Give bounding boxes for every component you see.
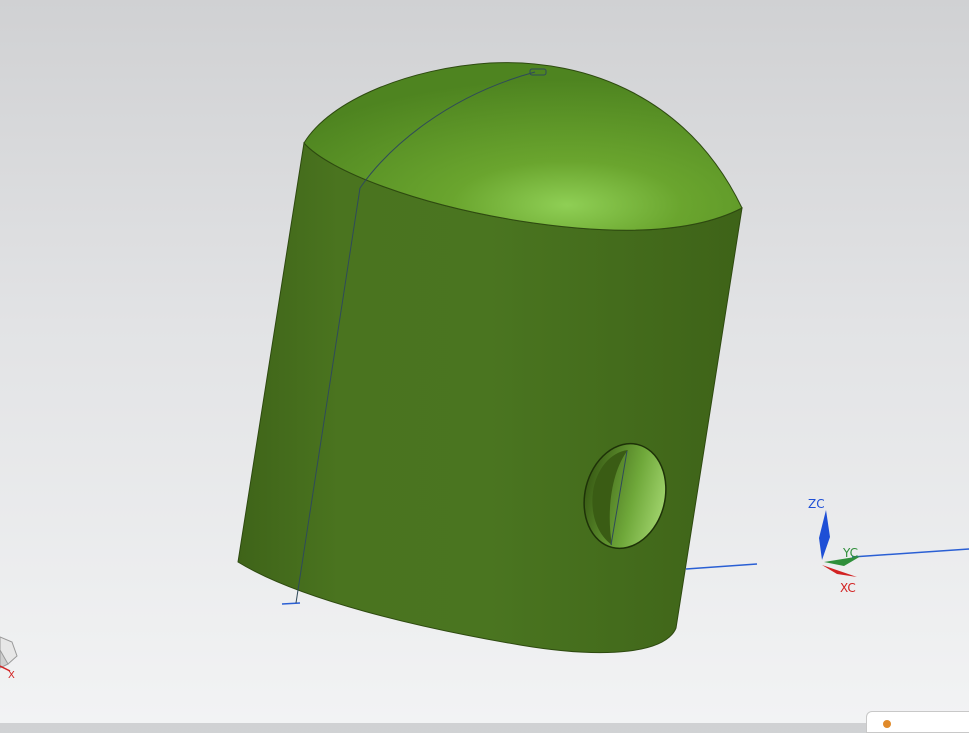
status-chip[interactable] bbox=[866, 711, 969, 733]
xc-label: XC bbox=[840, 581, 856, 595]
wcs-axis-line bbox=[851, 548, 969, 558]
zc-label: ZC bbox=[808, 497, 825, 511]
wcs-axis-line bbox=[281, 602, 301, 605]
wcs-triad: ZC YC XC bbox=[808, 497, 861, 595]
view-cube[interactable]: X bbox=[0, 636, 18, 681]
part-body[interactable] bbox=[237, 62, 743, 654]
wcs-axis-line bbox=[685, 563, 758, 570]
zc-axis-arrow bbox=[819, 510, 830, 560]
graphics-viewport[interactable]: ZC YC XC X bbox=[0, 0, 969, 723]
view-cube-x-label: X bbox=[8, 670, 15, 681]
xc-axis-arrow bbox=[822, 565, 857, 577]
status-icon bbox=[883, 720, 891, 728]
yc-label: YC bbox=[842, 546, 858, 560]
